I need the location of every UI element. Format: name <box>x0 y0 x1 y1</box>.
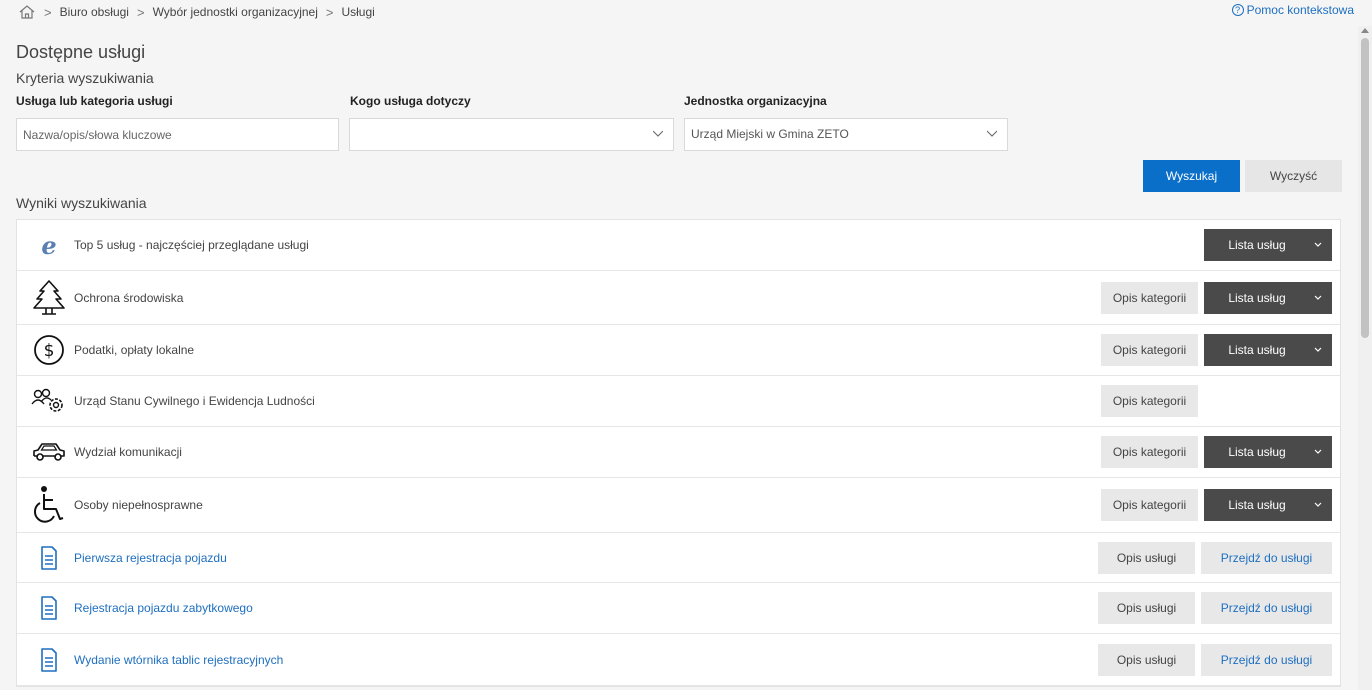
service-list-button[interactable]: Lista usług <box>1204 334 1332 366</box>
breadcrumb-item-wybor[interactable]: Wybór jednostki organizacyjnej <box>153 5 318 19</box>
service-list-label: Lista usług <box>1228 343 1286 357</box>
criteria-title: Kryteria wyszukiwania <box>16 70 154 86</box>
who-select[interactable] <box>349 118 674 151</box>
service-list-button[interactable]: Lista usług <box>1204 281 1332 314</box>
list-item-label[interactable]: Osoby niepełnosprawne <box>74 498 203 512</box>
category-description-button[interactable]: Opis kategorii <box>1101 281 1198 314</box>
question-icon: ? <box>1231 4 1244 16</box>
category-description-button[interactable]: Opis kategorii <box>1101 334 1198 366</box>
row-actions: Opis kategorii Lista usług <box>1101 436 1332 468</box>
page-title: Dostępne usługi <box>16 42 146 62</box>
service-description-button[interactable]: Opis usługi <box>1098 541 1195 574</box>
svg-text:$: $ <box>44 341 55 361</box>
row-actions: Opis usługi Przejdź do usługi <box>1098 541 1332 574</box>
chevron-down-icon <box>1314 347 1322 352</box>
go-to-service-button[interactable]: Przejdź do usługi <box>1201 643 1332 676</box>
document-icon <box>31 545 67 570</box>
document-icon <box>31 596 67 620</box>
list-item: Wydział komunikacji Opis kategorii Lista… <box>17 427 1340 478</box>
category-description-button[interactable]: Opis kategorii <box>1101 436 1198 468</box>
list-item-label[interactable]: Podatki, opłaty lokalne <box>74 343 194 357</box>
list-item-label[interactable]: Ochrona środowiska <box>74 291 183 305</box>
help-label: Pomoc kontekstowa <box>1246 3 1354 17</box>
service-list-label: Lista usług <box>1228 238 1286 252</box>
list-item: Pierwsza rejestracja pojazdu Opis usługi… <box>17 533 1340 583</box>
row-actions: Opis usługi Przejdź do usługi <box>1098 643 1332 676</box>
category-description-button[interactable]: Opis kategorii <box>1101 489 1198 521</box>
chevron-right-icon: > <box>325 4 334 20</box>
results-list: e Top 5 usług - najczęściej przeglądane … <box>16 219 1341 687</box>
people-gear-icon <box>31 388 67 414</box>
row-actions: Opis usługi Przejdź do usługi <box>1098 592 1332 624</box>
row-actions: Opis kategorii Lista usług <box>1101 334 1332 366</box>
results-title: Wyniki wyszukiwania <box>16 195 147 211</box>
unit-select-value: Urząd Miejski w Gmina ZETO <box>691 127 849 141</box>
tree-icon <box>31 279 67 317</box>
chevron-right-icon: > <box>44 4 52 20</box>
list-item: Wydanie wtórnika tablic rejestracyjnych … <box>17 634 1340 686</box>
service-list-label: Lista usług <box>1228 498 1286 512</box>
clear-button[interactable]: Wyczyść <box>1245 160 1342 192</box>
scrollbar-thumb[interactable] <box>1361 38 1369 338</box>
category-description-button[interactable]: Opis kategorii <box>1101 385 1198 417</box>
e-letter-icon: e <box>41 230 57 260</box>
service-description-button[interactable]: Opis usługi <box>1098 643 1195 676</box>
list-item: Osoby niepełnosprawne Opis kategorii Lis… <box>17 478 1340 533</box>
list-item-link[interactable]: Wydanie wtórnika tablic rejestracyjnych <box>74 653 283 667</box>
chevron-down-icon <box>1314 295 1322 300</box>
home-icon[interactable] <box>18 4 36 20</box>
list-item: Urząd Stanu Cywilnego i Ewidencja Ludnoś… <box>17 376 1340 427</box>
help-link[interactable]: ? Pomoc kontekstowa <box>1231 3 1354 17</box>
list-item: Rejestracja pojazdu zabytkowego Opis usł… <box>17 583 1340 634</box>
search-button[interactable]: Wyszukaj <box>1143 160 1240 192</box>
list-item: $ Podatki, opłaty lokalne Opis kategorii… <box>17 325 1340 376</box>
list-item: e Top 5 usług - najczęściej przeglądane … <box>17 220 1340 271</box>
service-list-button[interactable]: Lista usług <box>1204 229 1332 261</box>
who-field-label: Kogo usługa dotyczy <box>350 94 471 108</box>
top-bar: > Biuro obsługi > Wybór jednostki organi… <box>0 0 1358 26</box>
row-actions: Opis kategorii Lista usług <box>1101 489 1332 521</box>
wheelchair-icon <box>31 485 67 525</box>
chevron-down-icon <box>987 130 997 137</box>
chevron-down-icon <box>1314 242 1322 247</box>
go-to-service-button[interactable]: Przejdź do usługi <box>1201 592 1332 624</box>
list-item-label[interactable]: Wydział komunikacji <box>74 445 182 459</box>
breadcrumb: > Biuro obsługi > Wybór jednostki organi… <box>18 4 375 20</box>
service-list-label: Lista usług <box>1228 445 1286 459</box>
chevron-right-icon: > <box>136 4 145 20</box>
list-item: Ochrona środowiska Opis kategorii Lista … <box>17 271 1340 325</box>
chevron-down-icon <box>1314 502 1322 507</box>
page-scrollbar[interactable] <box>1358 26 1372 690</box>
chevron-down-icon <box>653 130 663 137</box>
document-icon <box>31 647 67 672</box>
unit-field-label: Jednostka organizacyjna <box>684 94 827 108</box>
service-field-label: Usługa lub kategoria usługi <box>16 94 173 108</box>
service-list-button[interactable]: Lista usług <box>1204 489 1332 521</box>
list-item-label[interactable]: Top 5 usług - najczęściej przeglądane us… <box>74 238 309 252</box>
row-actions: Lista usług <box>1204 229 1332 261</box>
chevron-down-icon <box>1314 449 1322 454</box>
list-item-link[interactable]: Rejestracja pojazdu zabytkowego <box>74 601 253 615</box>
list-item-link[interactable]: Pierwsza rejestracja pojazdu <box>74 551 227 565</box>
dollar-circle-icon: $ <box>31 334 67 366</box>
go-to-service-button[interactable]: Przejdź do usługi <box>1201 541 1332 574</box>
service-description-button[interactable]: Opis usługi <box>1098 592 1195 624</box>
row-actions: Opis kategorii Lista usług <box>1101 281 1332 314</box>
scroll-up-arrow-icon[interactable] <box>1361 28 1369 33</box>
service-list-label: Lista usług <box>1228 290 1286 305</box>
unit-select[interactable]: Urząd Miejski w Gmina ZETO <box>684 118 1008 151</box>
row-actions: Opis kategorii <box>1101 385 1198 417</box>
list-item-label[interactable]: Urząd Stanu Cywilnego i Ewidencja Ludnoś… <box>74 394 315 408</box>
breadcrumb-item-uslugi: Usługi <box>341 5 375 19</box>
service-list-button[interactable]: Lista usług <box>1204 436 1332 468</box>
breadcrumb-item-biuro[interactable]: Biuro obsługi <box>60 5 129 19</box>
service-search-input[interactable] <box>16 118 339 151</box>
car-icon <box>31 439 67 465</box>
